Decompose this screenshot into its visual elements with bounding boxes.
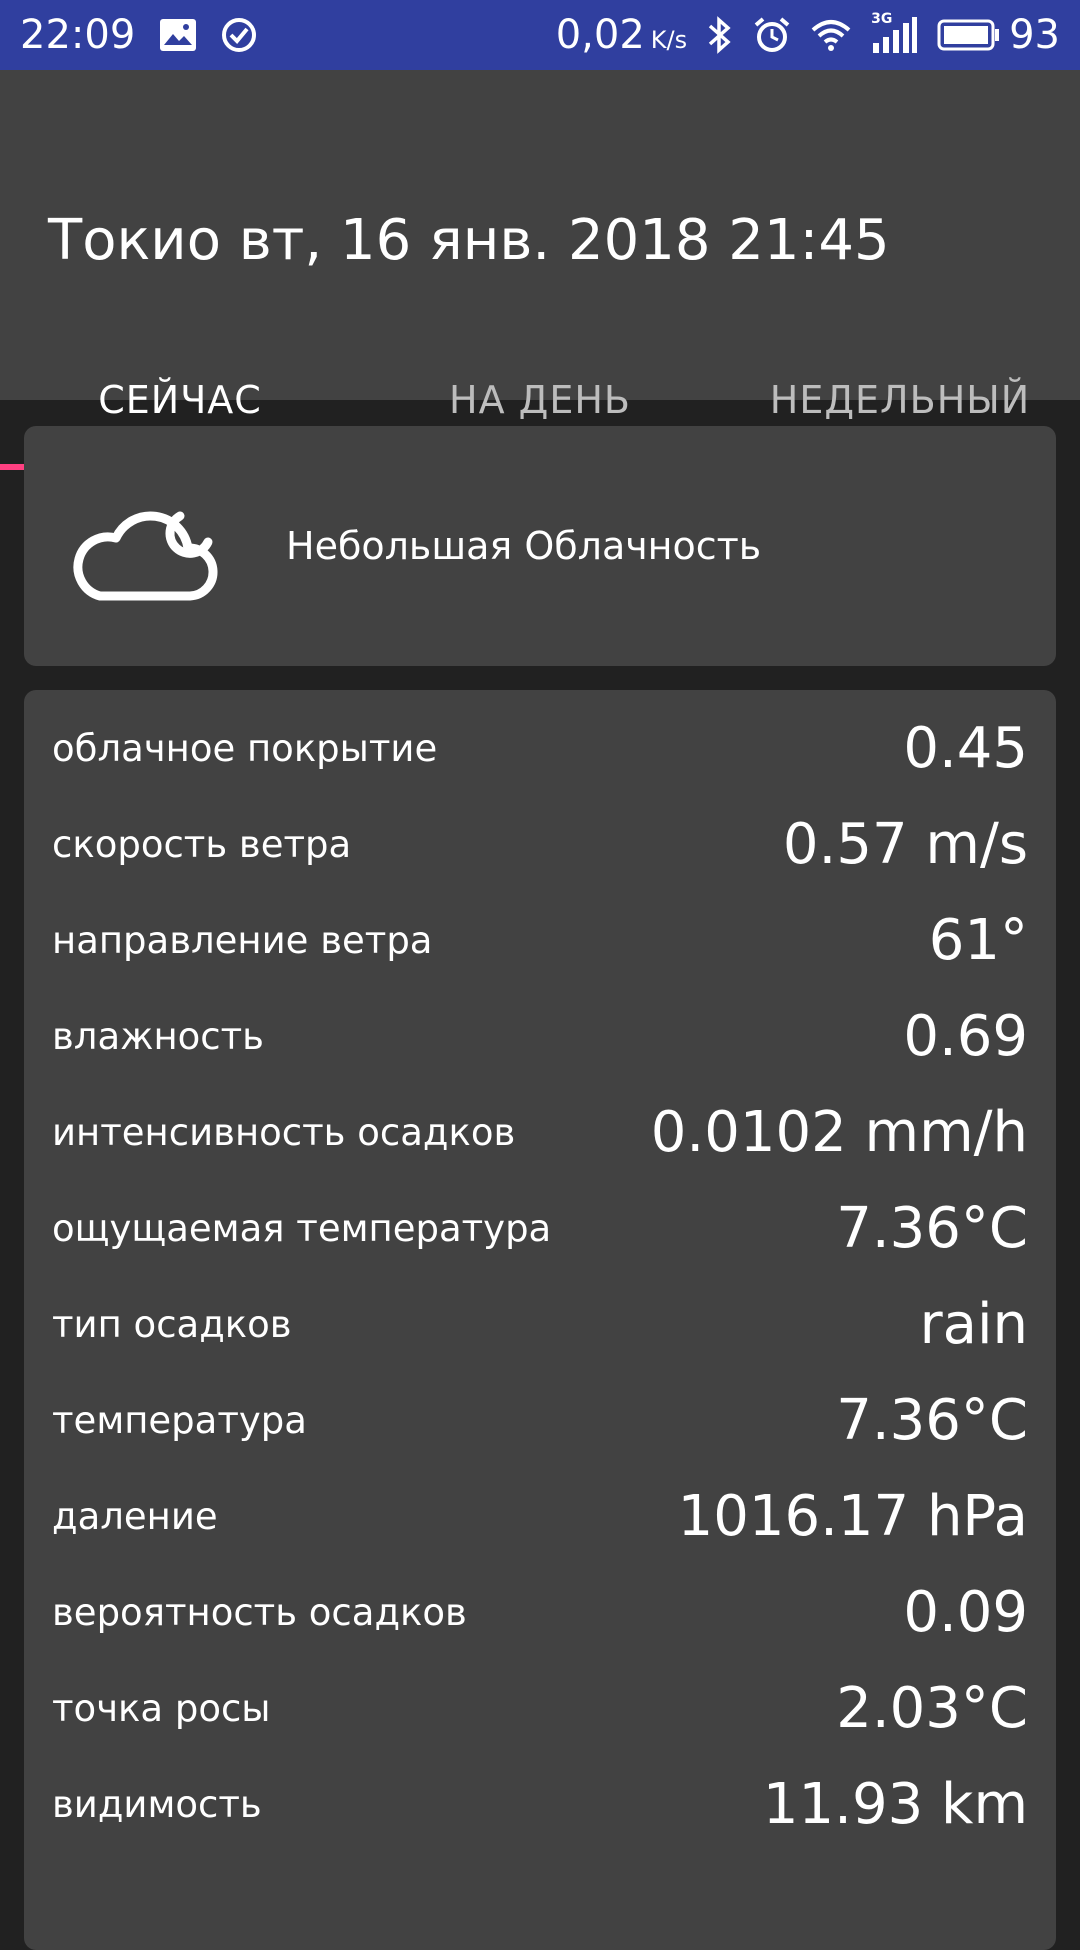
- detail-value: 7.36°C: [836, 1195, 1028, 1261]
- detail-row-temperature: температура 7.36°C: [52, 1372, 1028, 1468]
- detail-label: точка росы: [52, 1686, 271, 1730]
- cloud-moon-icon: [72, 486, 228, 606]
- detail-label: даление: [52, 1494, 218, 1538]
- bluetooth-icon: [707, 16, 733, 54]
- detail-label: направление ветра: [52, 918, 433, 962]
- speed-value: 0,02: [555, 12, 645, 58]
- detail-value: 0.0102 mm/h: [650, 1099, 1028, 1165]
- status-time: 22:09: [20, 12, 136, 58]
- detail-row-humidity: влажность 0.69: [52, 988, 1028, 1084]
- detail-value: 0.69: [903, 1003, 1028, 1069]
- page-title: Токио вт, 16 янв. 2018 21:45: [48, 208, 890, 273]
- detail-row-dew-point: точка росы 2.03°C: [52, 1660, 1028, 1756]
- detail-row-precip-probability: вероятность осадков 0.09: [52, 1564, 1028, 1660]
- speed-unit: K/s: [650, 26, 688, 54]
- detail-label: вероятность осадков: [52, 1590, 467, 1634]
- detail-label: ощущаемая температура: [52, 1206, 552, 1250]
- detail-label: тип осадков: [52, 1302, 292, 1346]
- detail-row-precip-type: тип осадков rain: [52, 1276, 1028, 1372]
- detail-value: 7.36°C: [836, 1387, 1028, 1453]
- detail-value: 0.57 m/s: [782, 811, 1028, 877]
- network-type: 3G: [871, 11, 893, 27]
- detail-value: 11.93 km: [762, 1771, 1028, 1837]
- battery-indicator: 93: [937, 12, 1060, 58]
- detail-label: видимость: [52, 1782, 262, 1826]
- signal-icon: 3G: [871, 11, 918, 53]
- detail-value: 61°: [928, 907, 1028, 973]
- detail-value: 0.45: [903, 715, 1028, 781]
- network-speed: 0,02 K/s: [556, 12, 687, 58]
- status-bar: 22:09 0,02 K/s 3G 93: [0, 0, 1080, 70]
- detail-row-feels-like: ощущаемая температура 7.36°C: [52, 1180, 1028, 1276]
- detail-value: 2.03°C: [836, 1675, 1028, 1741]
- detail-row-wind-speed: скорость ветра 0.57 m/s: [52, 796, 1028, 892]
- battery-level: 93: [1009, 12, 1060, 58]
- app-bar: Токио вт, 16 янв. 2018 21:45 СЕЙЧАС НА Д…: [0, 70, 1080, 470]
- alarm-icon: [753, 16, 791, 54]
- wifi-icon: [811, 18, 851, 52]
- detail-row-wind-direction: направление ветра 61°: [52, 892, 1028, 988]
- image-icon: [159, 18, 197, 52]
- detail-row-visibility: видимость 11.93 km: [52, 1756, 1028, 1852]
- detail-row-pressure: даление 1016.17 hPa: [52, 1468, 1028, 1564]
- weather-summary-text: Небольшая Облачность: [286, 524, 762, 568]
- detail-label: интенсивность осадков: [52, 1110, 516, 1154]
- weather-summary-card: Небольшая Облачность: [24, 426, 1056, 666]
- detail-value: rain: [919, 1291, 1028, 1357]
- battery-icon: [937, 18, 1001, 52]
- detail-label: облачное покрытие: [52, 726, 438, 770]
- detail-row-precip-intensity: интенсивность осадков 0.0102 mm/h: [52, 1084, 1028, 1180]
- detail-label: влажность: [52, 1014, 264, 1058]
- detail-label: скорость ветра: [52, 822, 352, 866]
- detail-row-cloud-cover: облачное покрытие 0.45: [52, 700, 1028, 796]
- detail-label: температура: [52, 1398, 307, 1442]
- weather-details-card: облачное покрытие 0.45 скорость ветра 0.…: [24, 690, 1056, 1950]
- check-circle-icon: [221, 17, 257, 53]
- detail-value: 1016.17 hPa: [677, 1483, 1028, 1549]
- detail-value: 0.09: [903, 1579, 1028, 1645]
